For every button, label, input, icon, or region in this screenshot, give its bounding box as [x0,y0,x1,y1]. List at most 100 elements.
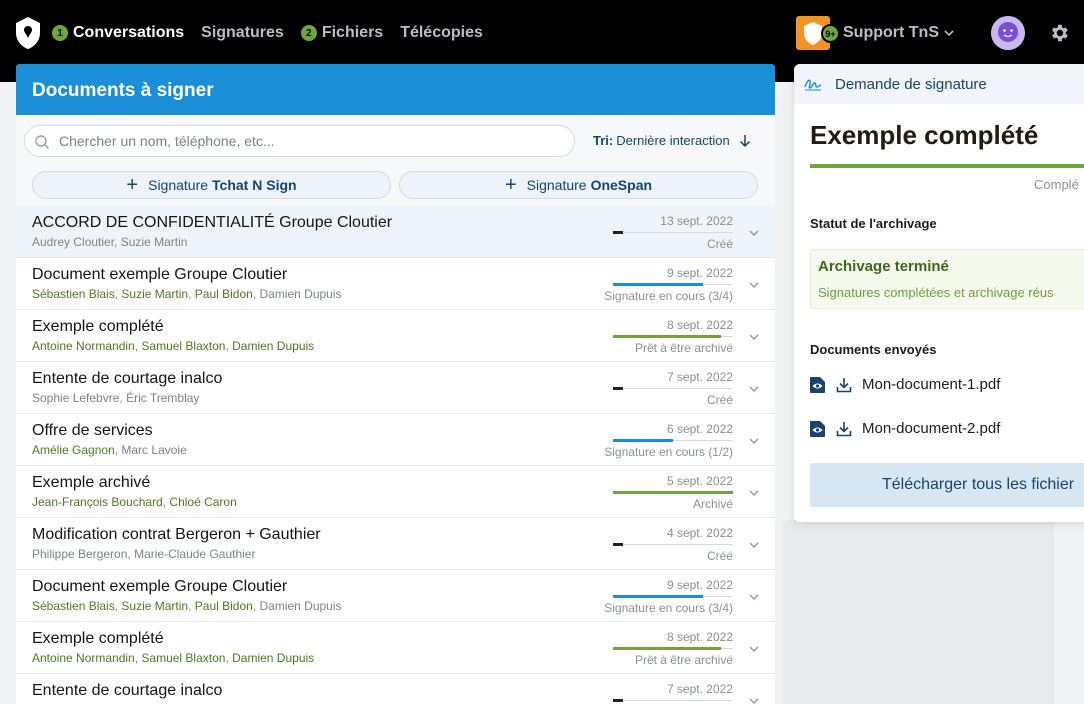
signer-name: Damien Dupuis [232,651,315,665]
sort-value: Dernière interaction [616,133,730,148]
document-progress-fill [613,647,721,650]
chevron-down-icon[interactable] [748,695,760,704]
chevron-down-icon[interactable] [748,227,760,239]
chevron-down-icon[interactable] [748,591,760,603]
document-progress-bar [613,387,733,390]
nav-item-conversations[interactable]: 1 Conversations [52,24,184,42]
chevron-down-icon[interactable] [748,383,760,395]
org-notification-badge: 9+ [821,24,840,43]
nav-item-fichiers[interactable]: 2 Fichiers [300,24,384,42]
nav-item-signatures[interactable]: Signatures [201,24,284,42]
org-name: Support TnS [843,24,939,41]
document-progress-fill [613,231,623,234]
signer-name: Chloé Caron [169,495,237,509]
document-progress-fill [613,595,703,598]
chevron-down-icon[interactable] [748,487,760,499]
document-progress-fill [613,491,733,494]
chevron-down-icon[interactable] [748,643,760,655]
document-row[interactable]: Exemple complété Antoine Normandin, Samue… [16,310,775,362]
signer-name: Suzie Martin [121,599,189,613]
download-icon[interactable] [836,377,852,393]
document-date: 13 sept. 2022 [660,214,733,228]
document-date: 9 sept. 2022 [666,266,733,280]
document-progress-fill [613,387,623,390]
document-date: 7 sept. 2022 [666,370,733,384]
org-icon: 9+ [796,16,840,50]
document-date: 8 sept. 2022 [666,630,733,644]
document-status: Créé [706,549,733,563]
chevron-down-icon[interactable] [748,331,760,343]
avatar[interactable] [991,16,1025,50]
search-icon [35,135,49,149]
document-progress-bar [613,283,733,286]
org-switcher[interactable]: 9+ Support TnS [796,16,955,50]
signer-name: Marc Lavoie [121,443,187,457]
document-row[interactable]: Entente de courtage inalco Sophie Lefebvr… [16,362,775,414]
view-document-icon[interactable] [810,376,825,393]
sent-document-item: Mon-document-2.pdf [810,420,1000,437]
signer-name: Marie-Claude Gauthier [134,547,256,561]
sent-document-name[interactable]: Mon-document-1.pdf [862,376,1000,393]
document-signers: Jean-François Bouchard, Chloé Caron [32,495,237,509]
nav-item-label: Fichiers [321,24,384,41]
signer-name: Sophie Lefebvre [32,391,120,405]
document-signers: Audrey Cloutier, Suzie Martin [32,235,188,249]
document-signers: Sébastien Blais, Suzie Martin, Paul Bido… [32,599,342,613]
document-row[interactable]: Exemple complété Antoine Normandin, Samue… [16,622,775,674]
document-row[interactable]: Document exemple Groupe Cloutier Sébastie… [16,258,775,310]
document-signers: Philippe Bergeron, Marie-Claude Gauthier [32,547,256,561]
signer-name: Damien Dupuis [232,339,315,353]
chevron-down-icon[interactable] [748,279,760,291]
search-input[interactable] [59,126,564,156]
document-signers: Antoine Normandin, Samuel Blaxton, Damie… [32,651,315,665]
download-icon[interactable] [836,421,852,437]
app-logo-icon[interactable] [16,17,40,49]
documents-panel-title: Documents à signer [16,64,775,115]
document-signers: Antoine Normandin, Samuel Blaxton, Damie… [32,339,315,353]
document-signers: Sébastien Blais, Suzie Martin, Paul Bido… [32,287,342,301]
signature-request-header-label: Demande de signature [835,75,987,93]
new-signature-tchat-button[interactable]: + Signature Tchat N Sign [32,171,391,199]
signer-name: Jean-François Bouchard [32,495,163,509]
chevron-down-icon[interactable] [748,435,760,447]
search-bar: Tri: Dernière interaction [16,115,775,165]
document-row[interactable]: Offre de services Amélie Gagnon, Marc Lav… [16,414,775,466]
document-progress-bar [613,543,733,546]
document-signers: Amélie Gagnon, Marc Lavoie [32,443,187,457]
document-row[interactable]: Entente de courtage inalco 7 sept. 2022 [16,674,775,704]
document-row[interactable]: Exemple archivé Jean-François Bouchard, C… [16,466,775,518]
archive-status-box: Archivage terminé Signatures complétées … [810,249,1084,309]
document-progress-bar [613,491,733,494]
new-signature-onespan-button[interactable]: + Signature OneSpan [399,171,758,199]
nav-item-telecopies[interactable]: Télécopies [400,24,483,42]
view-document-icon[interactable] [810,420,825,437]
sent-document-item: Mon-document-1.pdf [810,376,1000,393]
document-title: Entente de courtage inalco [32,682,223,699]
sort-prefix: Tri: [593,133,614,148]
nav-badge: 1 [52,25,68,41]
document-progress-bar [613,335,733,338]
download-all-button[interactable]: Télécharger tous les fichier [810,463,1084,507]
chevron-down-icon[interactable] [748,539,760,551]
document-row[interactable]: Modification contrat Bergeron + Gauthier… [16,518,775,570]
new-signature-bar: + Signature Tchat N Sign + Signature One… [16,165,775,206]
signer-name: Damien Dupuis [259,287,342,301]
gear-icon[interactable] [1048,22,1070,44]
document-progress-fill [613,543,623,546]
document-title: Modification contrat Bergeron + Gauthier [32,526,321,543]
signer-name: Samuel Blaxton [141,339,226,353]
document-progress-bar [613,439,733,442]
document-row[interactable]: Document exemple Groupe Cloutier Sébastie… [16,570,775,622]
signer-name: Sébastien Blais [32,287,115,301]
signer-name: Philippe Bergeron [32,547,128,561]
document-row[interactable]: ACCORD DE CONFIDENTIALITÉ Groupe Cloutie… [16,206,775,258]
signer-name: Suzie Martin [120,235,188,249]
document-title: Document exemple Groupe Cloutier [32,266,288,283]
sent-document-name[interactable]: Mon-document-2.pdf [862,420,1000,437]
document-progress-bar [613,647,733,650]
document-progress-fill [613,335,721,338]
document-date: 9 sept. 2022 [666,578,733,592]
document-date: 6 sept. 2022 [666,422,733,436]
sort-control[interactable]: Tri: Dernière interaction [593,133,751,148]
signature-request-title: Exemple complété [810,120,1039,150]
